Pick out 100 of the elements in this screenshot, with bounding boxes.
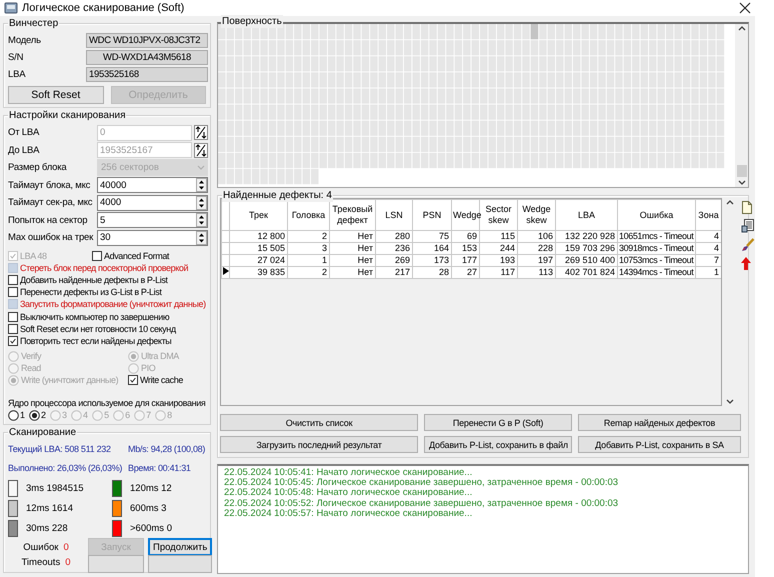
spin-arrows-icon	[194, 125, 208, 140]
group-title: Поверхность	[221, 15, 283, 28]
spin-field[interactable]: 4000	[97, 194, 208, 211]
legend-label: 120ms 12	[130, 482, 172, 494]
table-cell: 197	[518, 254, 556, 266]
table-cell: 39 835	[230, 266, 288, 278]
field-label: Размер блока	[8, 162, 68, 174]
field-label: Таймаут сек-ра, мкс	[8, 197, 94, 208]
spin-field[interactable]: 30	[97, 230, 208, 246]
column-header[interactable]: PSN	[412, 200, 452, 230]
table-cell: 164	[412, 242, 452, 254]
table-cell: 15 505	[230, 242, 288, 254]
checkbox-label[interactable]: Soft Reset если нет готовности 10 секунд	[20, 324, 176, 334]
checkbox-label[interactable]: Добавить найденные дефекты в P-List	[20, 274, 168, 285]
spin-arrows-icon	[196, 213, 207, 228]
table-cell: 269 510 400	[556, 254, 618, 266]
table-cell: 28	[412, 266, 452, 278]
status-text: Текущий LBA: 508 511 232	[8, 444, 112, 454]
readonly-field: WDC WD10JPVX-08JC3T2	[86, 33, 208, 48]
table-cell: 10651mcs - Timeout	[618, 230, 696, 242]
radio-label[interactable]: 1	[20, 410, 26, 420]
checkbox-label[interactable]: Write cache	[140, 375, 183, 386]
checkbox-label[interactable]: Перенести дефекты из G-List в P-List	[20, 287, 162, 298]
checkbox-label[interactable]: Повторить тест если найдены дефекты	[20, 336, 172, 346]
table-cell: 402 701 824	[556, 266, 618, 278]
table-cell: 236	[376, 242, 412, 254]
action-button[interactable]: Очистить список	[220, 414, 418, 431]
counter-value: 0	[63, 542, 69, 553]
table-cell: 280	[376, 230, 412, 242]
action-button[interactable]: Загрузить последний результат	[220, 436, 418, 453]
checkbox-label[interactable]: Advanced Format	[104, 250, 170, 261]
group-title: Настройки сканирования	[8, 109, 126, 122]
field-label: S/N	[8, 52, 24, 63]
table-cell: 69	[452, 230, 480, 242]
cores-label: Ядро процессора используемое для сканирования	[8, 398, 206, 408]
field-label: Попыток на сектор	[8, 214, 88, 226]
table-cell: 2	[288, 230, 330, 242]
cut-off-button[interactable]	[88, 554, 144, 573]
table-cell: Нет	[330, 230, 376, 242]
spin-arrows-icon	[194, 142, 208, 158]
legend-label: 3ms 1984515	[26, 482, 84, 494]
table-cell: 244	[480, 242, 518, 254]
action-button[interactable]: Добавить P-List, сохранить в SA	[578, 436, 741, 453]
column-header[interactable]: Зона	[696, 200, 721, 230]
row-indicator[interactable]	[222, 266, 230, 278]
up-arrow-icon	[741, 257, 751, 270]
table-cell: Нет	[330, 242, 376, 254]
radio-label[interactable]: 2	[41, 410, 46, 420]
close-icon	[739, 2, 751, 14]
spin-field[interactable]: 40000	[97, 177, 208, 194]
table-cell: 117	[480, 266, 518, 278]
column-header[interactable]: Ошибка	[618, 200, 696, 230]
reset-button[interactable]: Soft Reset	[8, 86, 104, 104]
action-button[interactable]: Remap найденых дефектов	[578, 414, 741, 431]
group-title: Найденные дефекты: 4	[222, 189, 333, 202]
table-cell: 106	[518, 230, 556, 242]
status-text: Mb/s: 94,28 (100,08)	[128, 444, 206, 454]
table-cell: 228	[518, 242, 556, 254]
scrollbar-thumb[interactable]	[736, 165, 746, 177]
field-label: LBA	[8, 69, 26, 80]
cut-off-button[interactable]	[148, 554, 212, 573]
action-button[interactable]: Добавить P-List, сохранить в файл	[424, 436, 572, 453]
table-cell: 113	[518, 266, 556, 278]
spin-arrows-icon	[196, 178, 207, 192]
table-cell: 2	[288, 266, 330, 278]
checkbox-label[interactable]: Выключить компьютер по завершению	[20, 312, 170, 322]
field-label: Мах ошибок на трек	[8, 232, 94, 244]
table-cell: 115	[480, 230, 518, 242]
spin-field[interactable]: 5	[97, 212, 208, 228]
continue-button[interactable]: Продолжить	[148, 538, 212, 556]
legend-label: 30ms 228	[26, 522, 68, 534]
table-cell: 177	[452, 254, 480, 266]
action-button[interactable]: Перенести G в P (Soft)	[424, 414, 572, 431]
column-header[interactable]: LBA	[556, 200, 618, 230]
spin-arrows-icon	[196, 230, 207, 245]
field-label: Таймаут блока, мкс	[8, 180, 92, 191]
table-cell: 1	[288, 254, 330, 266]
column-header[interactable]: Sector skew	[480, 200, 518, 230]
group-title: Сканирование	[8, 426, 78, 440]
table-cell: 4	[696, 242, 721, 254]
legend-label: 12ms 1614	[26, 502, 74, 514]
log-line: 22.05.2024 10:05:45: Логическое сканирование завершено, затраченное время - 00:00:03	[224, 478, 620, 488]
table-cell: 193	[480, 254, 518, 266]
table-cell: 1	[696, 266, 721, 278]
log-line: 22.05.2024 10:05:48: Начато логическое сканирование...	[224, 488, 474, 499]
log-line: 22.05.2024 10:05:52: Логическое сканирование завершено, затраченное время - 00:00:03	[224, 498, 620, 509]
column-header[interactable]: Wedge	[452, 200, 480, 230]
brush-icon	[741, 238, 755, 252]
table-cell: 7	[696, 254, 721, 266]
column-header[interactable]: Wedge skew	[518, 200, 556, 230]
legend-label: >600ms 0	[130, 522, 172, 534]
table-cell: 132 220 928	[556, 230, 618, 242]
column-header[interactable]: LSN	[376, 200, 412, 230]
document-table-icon	[741, 219, 755, 233]
window-title: Логическое сканирование (Soft)	[22, 2, 184, 14]
column-header[interactable]: Трековый дефект	[330, 200, 376, 230]
readonly-field: WD-WXD1A43M5618	[86, 50, 208, 65]
log-line: 22.05.2024 10:05:57: Начато логическое сканирование...	[224, 508, 472, 520]
new-document-icon	[741, 201, 753, 214]
table-cell: 10753mcs - Timeout	[618, 254, 696, 266]
